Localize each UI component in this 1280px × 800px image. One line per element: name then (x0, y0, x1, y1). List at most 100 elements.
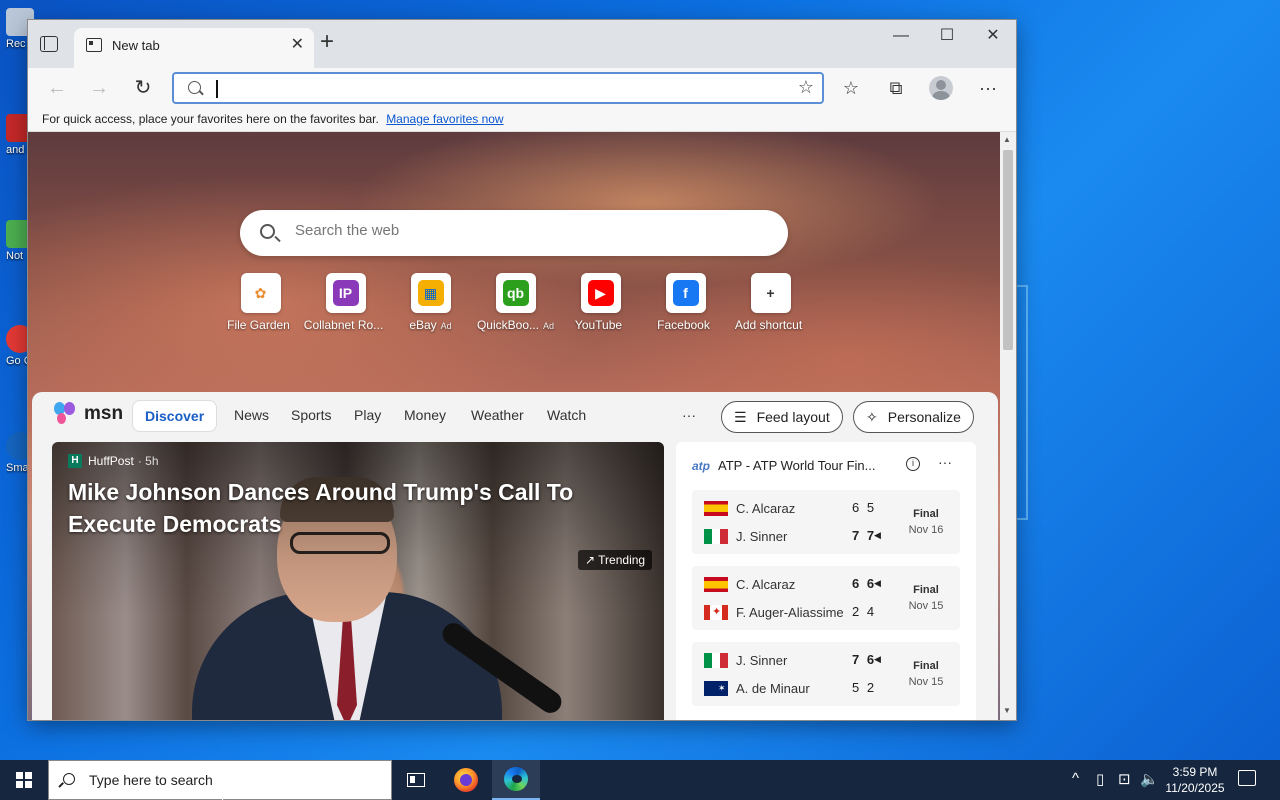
shortcut-quickbooks[interactable]: qb QuickBoo... Ad (473, 273, 558, 332)
match-result: Final Nov 15 (896, 658, 956, 690)
player-score: 7 6 (852, 652, 877, 667)
shortcut-ebay[interactable]: ▦ eBay Ad (388, 273, 473, 332)
shortcut-youtube[interactable]: ▶ YouTube (558, 273, 643, 332)
search-icon (63, 773, 75, 785)
show-hidden-icons-button[interactable]: ^ (1072, 770, 1079, 787)
clock-time: 3:59 PM (1172, 765, 1218, 779)
huffpost-logo-icon: H (68, 454, 82, 468)
minimize-button[interactable]: — (878, 24, 924, 48)
tab-close-icon[interactable]: ✕ (291, 34, 304, 54)
more-options-button[interactable]: ··· (938, 454, 952, 470)
back-button[interactable]: ← (42, 76, 72, 100)
personalize-button[interactable]: ✧ Personalize (853, 401, 974, 433)
match-card[interactable]: C. Alcaraz 6 5 J. Sinner 7 7 ◀ Final Nov 16 (692, 490, 960, 554)
new-tab-button[interactable]: + (320, 28, 334, 56)
firefox-icon (454, 768, 478, 792)
shortcut-plus[interactable]: + Add shortcut (728, 273, 813, 332)
personalize-label: Personalize (887, 409, 961, 425)
msn-nav-bar: msn Discover News Sports Play Money Weat… (32, 392, 998, 440)
new-tab-favicon-icon (86, 38, 102, 52)
feed-layout-button[interactable]: ☰ Feed layout (721, 401, 843, 433)
navigation-bar: ← → ↻ ☆ ☆ ⧉ ··· (28, 68, 1016, 110)
settings-menu-button[interactable]: ··· (973, 76, 1003, 100)
msn-logo-text: msn (84, 403, 124, 424)
tab-sports[interactable]: Sports (291, 407, 331, 423)
tab-actions-icon[interactable] (40, 36, 58, 52)
match-status: Final (913, 508, 939, 520)
mouse-cursor-icon (222, 786, 230, 800)
favorites-button[interactable]: ☆ (836, 76, 866, 100)
web-search-input[interactable] (295, 222, 755, 239)
refresh-button[interactable]: ↻ (128, 76, 158, 100)
tab-discover[interactable]: Discover (132, 400, 218, 432)
profile-avatar[interactable] (929, 76, 953, 100)
sliders-icon: ☰ (734, 408, 747, 425)
collabnet-icon: IP (332, 280, 359, 306)
article-headline[interactable]: Mike Johnson Dances Around Trump's Call … (68, 476, 628, 540)
desktop-window-glow (1016, 285, 1028, 520)
flag-au-icon (704, 680, 728, 696)
msn-butterfly-icon (54, 402, 80, 426)
player-name: C. Alcaraz (736, 576, 796, 592)
manage-favorites-link[interactable]: Manage favorites now (386, 112, 503, 126)
match-result: Final Nov 15 (896, 582, 956, 614)
add-favorite-icon[interactable]: ☆ (798, 77, 814, 98)
info-icon[interactable]: i (906, 457, 920, 471)
match-result: Final Nov 16 (896, 506, 956, 538)
plus-icon: + (757, 280, 784, 306)
hero-article-card[interactable]: H HuffPost · 5h Mike Johnson Dances Arou… (52, 442, 664, 720)
tab-play[interactable]: Play (354, 407, 381, 423)
tab-title: New tab (112, 38, 160, 53)
collections-button[interactable]: ⧉ (881, 76, 911, 100)
player-row: C. Alcaraz (704, 498, 795, 518)
winner-indicator-icon: ◀ (874, 578, 881, 588)
scrollbar-thumb[interactable] (1003, 150, 1013, 350)
search-icon (188, 81, 201, 94)
sports-card-header[interactable]: atp ATP - ATP World Tour Fin... (692, 458, 876, 473)
shortcut-facebook[interactable]: f Facebook (643, 273, 728, 332)
volume-icon[interactable]: 🔈 (1140, 770, 1159, 788)
shortcut-label: QuickBoo... Ad (476, 318, 555, 332)
battery-icon[interactable]: ▯ (1096, 770, 1104, 788)
player-row: F. Auger-Aliassime (704, 602, 844, 622)
ad-label: Ad (543, 321, 555, 331)
flag-ca-icon (704, 604, 728, 620)
shortcut-label: File Garden (227, 318, 290, 332)
close-window-button[interactable]: ✕ (970, 24, 1016, 48)
shortcut-label: eBay Ad (409, 318, 452, 332)
favorites-bar-text: For quick access, place your favorites h… (42, 112, 379, 126)
forward-button[interactable]: → (84, 76, 114, 100)
taskbar-search-box[interactable] (48, 760, 392, 800)
msn-logo[interactable]: msn (54, 402, 123, 426)
tab-new-tab[interactable]: New tab ✕ (74, 28, 314, 68)
favorites-bar: For quick access, place your favorites h… (28, 110, 1016, 132)
shortcut-label: YouTube (574, 318, 623, 332)
match-date: Nov 15 (908, 676, 944, 688)
tab-money[interactable]: Money (404, 407, 446, 423)
tab-weather[interactable]: Weather (471, 407, 524, 423)
player-score: 2 4 (852, 604, 877, 619)
scroll-up-icon[interactable]: ▲ (1003, 135, 1011, 144)
web-search-box[interactable] (240, 210, 788, 256)
address-bar[interactable]: ☆ (172, 72, 824, 104)
maximize-button[interactable]: ☐ (924, 24, 970, 48)
shortcut-collabnet[interactable]: IP Collabnet Ro... (303, 273, 388, 332)
match-card[interactable]: J. Sinner 7 6◀ A. de Minaur 5 2 Final Nov 15 (692, 642, 960, 706)
network-icon[interactable]: ⊡ (1118, 770, 1131, 788)
tab-news[interactable]: News (234, 407, 269, 423)
tab-watch[interactable]: Watch (547, 407, 586, 423)
edge-taskbar-button[interactable] (492, 760, 540, 800)
shortcut-file-garden[interactable]: ✿ File Garden (218, 273, 303, 332)
firefox-taskbar-button[interactable] (442, 760, 490, 800)
sports-scores-card: atp ATP - ATP World Tour Fin... i ··· C.… (676, 442, 976, 720)
start-button[interactable] (0, 760, 48, 800)
notification-center-icon[interactable] (1238, 770, 1256, 786)
system-clock[interactable]: 3:59 PM 11/20/2025 (1160, 764, 1230, 796)
task-view-button[interactable] (392, 760, 440, 800)
browser-window: New tab ✕ + — ☐ ✕ ← → ↻ ☆ ☆ ⧉ ··· For qu… (28, 20, 1016, 720)
match-card[interactable]: C. Alcaraz 6 6◀ F. Auger-Aliassime 2 4 Final… (692, 566, 960, 630)
page-scrollbar[interactable]: ▲ ▼ (1000, 132, 1016, 720)
scroll-down-icon[interactable]: ▼ (1003, 706, 1011, 715)
match-status: Final (913, 584, 939, 596)
more-tabs-button[interactable]: ··· (682, 407, 696, 423)
